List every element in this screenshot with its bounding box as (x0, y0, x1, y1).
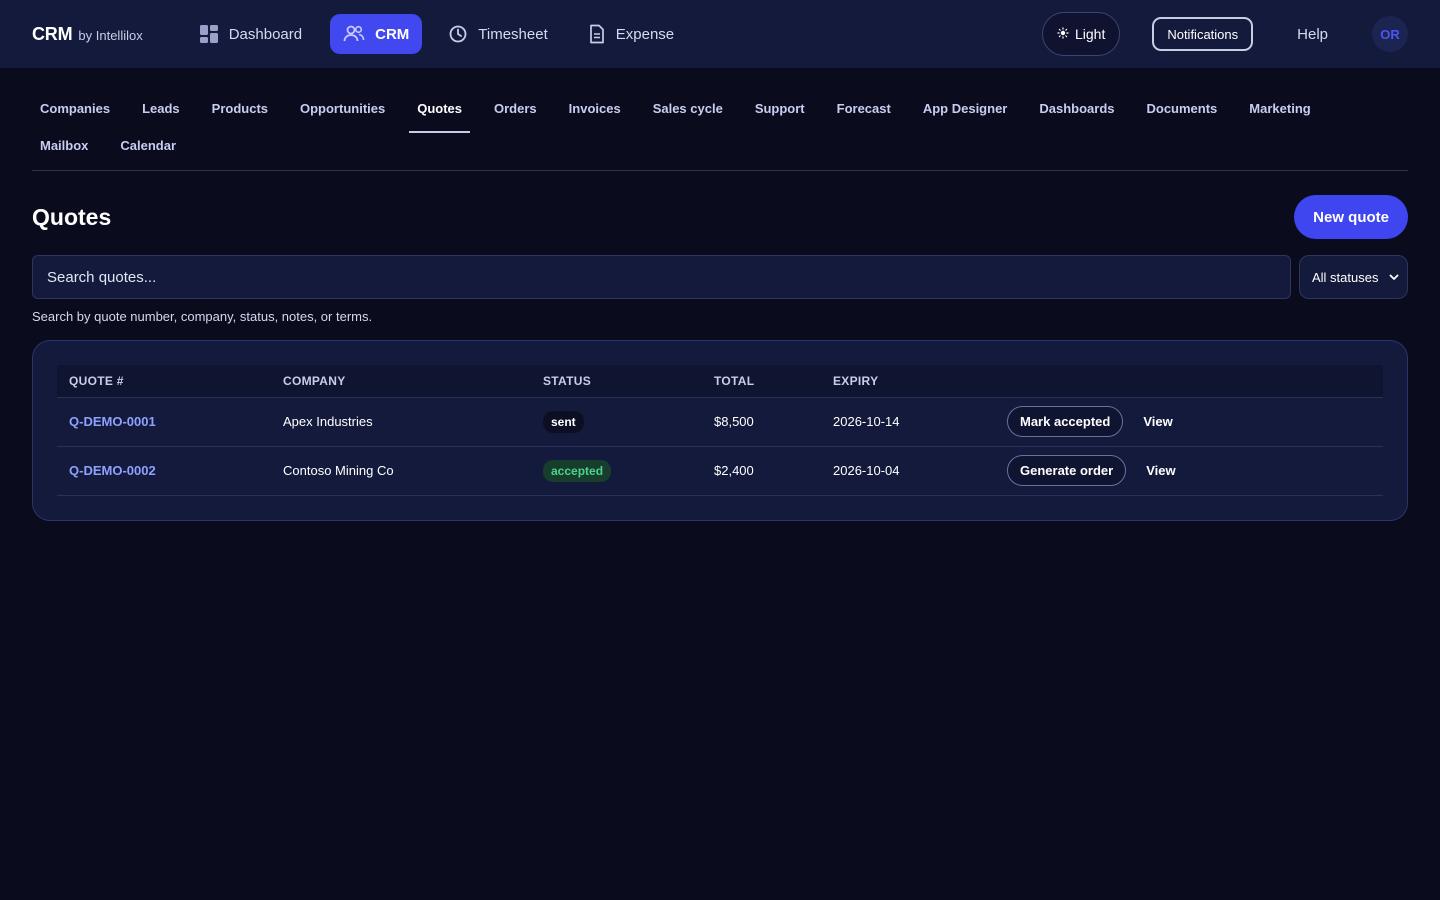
status-filter-select[interactable]: All statuses (1299, 255, 1408, 299)
theme-toggle-label: Light (1074, 26, 1106, 42)
notifications-button[interactable]: Notifications (1152, 17, 1254, 51)
app-tab-label: Expense (615, 25, 675, 43)
generate-order-button[interactable]: Generate order (1007, 455, 1127, 486)
page-header: Quotes New quote (32, 195, 1408, 239)
app-switcher: Dashboard CRM Timesheet Expense (187, 14, 688, 54)
quote-number-link[interactable]: Q-DEMO-0002 (69, 463, 156, 478)
company-cell: Contoso Mining Co (271, 446, 531, 496)
subnav-item-marketing[interactable]: Marketing (1241, 96, 1318, 133)
column-header-quote: QUOTE # (57, 365, 271, 398)
view-link[interactable]: View (1146, 463, 1175, 478)
users-icon (343, 24, 365, 44)
status-filter-value: All statuses (1312, 269, 1379, 285)
new-quote-button[interactable]: New quote (1294, 195, 1408, 239)
app-tab-label: Timesheet (478, 25, 548, 43)
subnav-item-app-designer[interactable]: App Designer (915, 96, 1016, 133)
brand-name: CRM (32, 23, 73, 44)
subnav-item-products[interactable]: Products (204, 96, 276, 133)
quotes-table: QUOTE # COMPANY STATUS TOTAL EXPIRY Q-DE… (57, 365, 1383, 496)
sun-icon (1057, 26, 1069, 42)
subnav-item-dashboards[interactable]: Dashboards (1031, 96, 1122, 133)
subnav-item-sales-cycle[interactable]: Sales cycle (645, 96, 731, 133)
row-actions: Generate order View (1007, 455, 1371, 486)
subnav-item-support[interactable]: Support (747, 96, 813, 133)
brand-by: by Intellilox (78, 27, 143, 43)
search-input[interactable] (32, 255, 1291, 299)
subnav-item-calendar[interactable]: Calendar (112, 133, 184, 170)
app-tab-dashboard[interactable]: Dashboard (187, 14, 316, 54)
crm-subnav: Companies Leads Products Opportunities Q… (32, 68, 1408, 171)
search-row: All statuses (32, 255, 1408, 299)
expiry-cell: 2026-10-14 (821, 397, 995, 447)
subnav-item-mailbox[interactable]: Mailbox (32, 133, 96, 170)
subnav-item-quotes[interactable]: Quotes (409, 96, 470, 133)
top-right-controls: Light Notifications Help OR (1041, 12, 1408, 56)
document-icon (588, 24, 606, 44)
clock-icon (448, 24, 468, 44)
app-tab-label: Dashboard (228, 25, 303, 43)
column-header-total: TOTAL (702, 365, 821, 398)
avatar[interactable]: OR (1372, 16, 1408, 52)
subnav-item-opportunities[interactable]: Opportunities (292, 96, 393, 133)
mark-accepted-button[interactable]: Mark accepted (1007, 406, 1124, 437)
column-header-actions (995, 365, 1383, 398)
search-hint: Search by quote number, company, status,… (32, 309, 373, 324)
status-badge: accepted (543, 459, 612, 482)
column-header-status: STATUS (531, 365, 702, 398)
top-bar: CRM by Intellilox Dashboard CRM Timeshee… (0, 0, 1440, 68)
subnav-item-documents[interactable]: Documents (1139, 96, 1226, 133)
column-header-company: COMPANY (271, 365, 531, 398)
page-title: Quotes (32, 203, 112, 230)
column-header-expiry: EXPIRY (821, 365, 995, 398)
table-header-row: QUOTE # COMPANY STATUS TOTAL EXPIRY (57, 365, 1383, 398)
theme-toggle-button[interactable]: Light (1041, 12, 1121, 56)
total-cell: $2,400 (702, 446, 821, 496)
app-tab-crm[interactable]: CRM (330, 14, 423, 54)
total-cell: $8,500 (702, 397, 821, 447)
table-row: Q-DEMO-0001 Apex Industries sent $8,500 … (57, 397, 1383, 447)
company-cell: Apex Industries (271, 397, 531, 447)
view-link[interactable]: View (1143, 414, 1172, 429)
expiry-cell: 2026-10-04 (821, 446, 995, 496)
quotes-table-card: QUOTE # COMPANY STATUS TOTAL EXPIRY Q-DE… (32, 340, 1408, 521)
status-badge: sent (543, 410, 584, 433)
table-row: Q-DEMO-0002 Contoso Mining Co accepted $… (57, 446, 1383, 496)
subnav-item-orders[interactable]: Orders (486, 96, 545, 133)
brand[interactable]: CRM by Intellilox (32, 24, 143, 45)
subnav-item-companies[interactable]: Companies (32, 96, 118, 133)
subnav-item-invoices[interactable]: Invoices (561, 96, 629, 133)
row-actions: Mark accepted View (1007, 406, 1371, 437)
help-link[interactable]: Help (1297, 26, 1328, 43)
subnav-item-leads[interactable]: Leads (134, 96, 188, 133)
dashboard-grid-icon (199, 24, 219, 44)
app-tab-timesheet[interactable]: Timesheet (436, 14, 561, 54)
app-tab-label: CRM (375, 25, 410, 43)
quote-number-link[interactable]: Q-DEMO-0001 (69, 414, 156, 429)
subnav-item-forecast[interactable]: Forecast (829, 96, 899, 133)
chevron-down-icon (1389, 270, 1399, 285)
app-tab-expense[interactable]: Expense (576, 14, 688, 54)
